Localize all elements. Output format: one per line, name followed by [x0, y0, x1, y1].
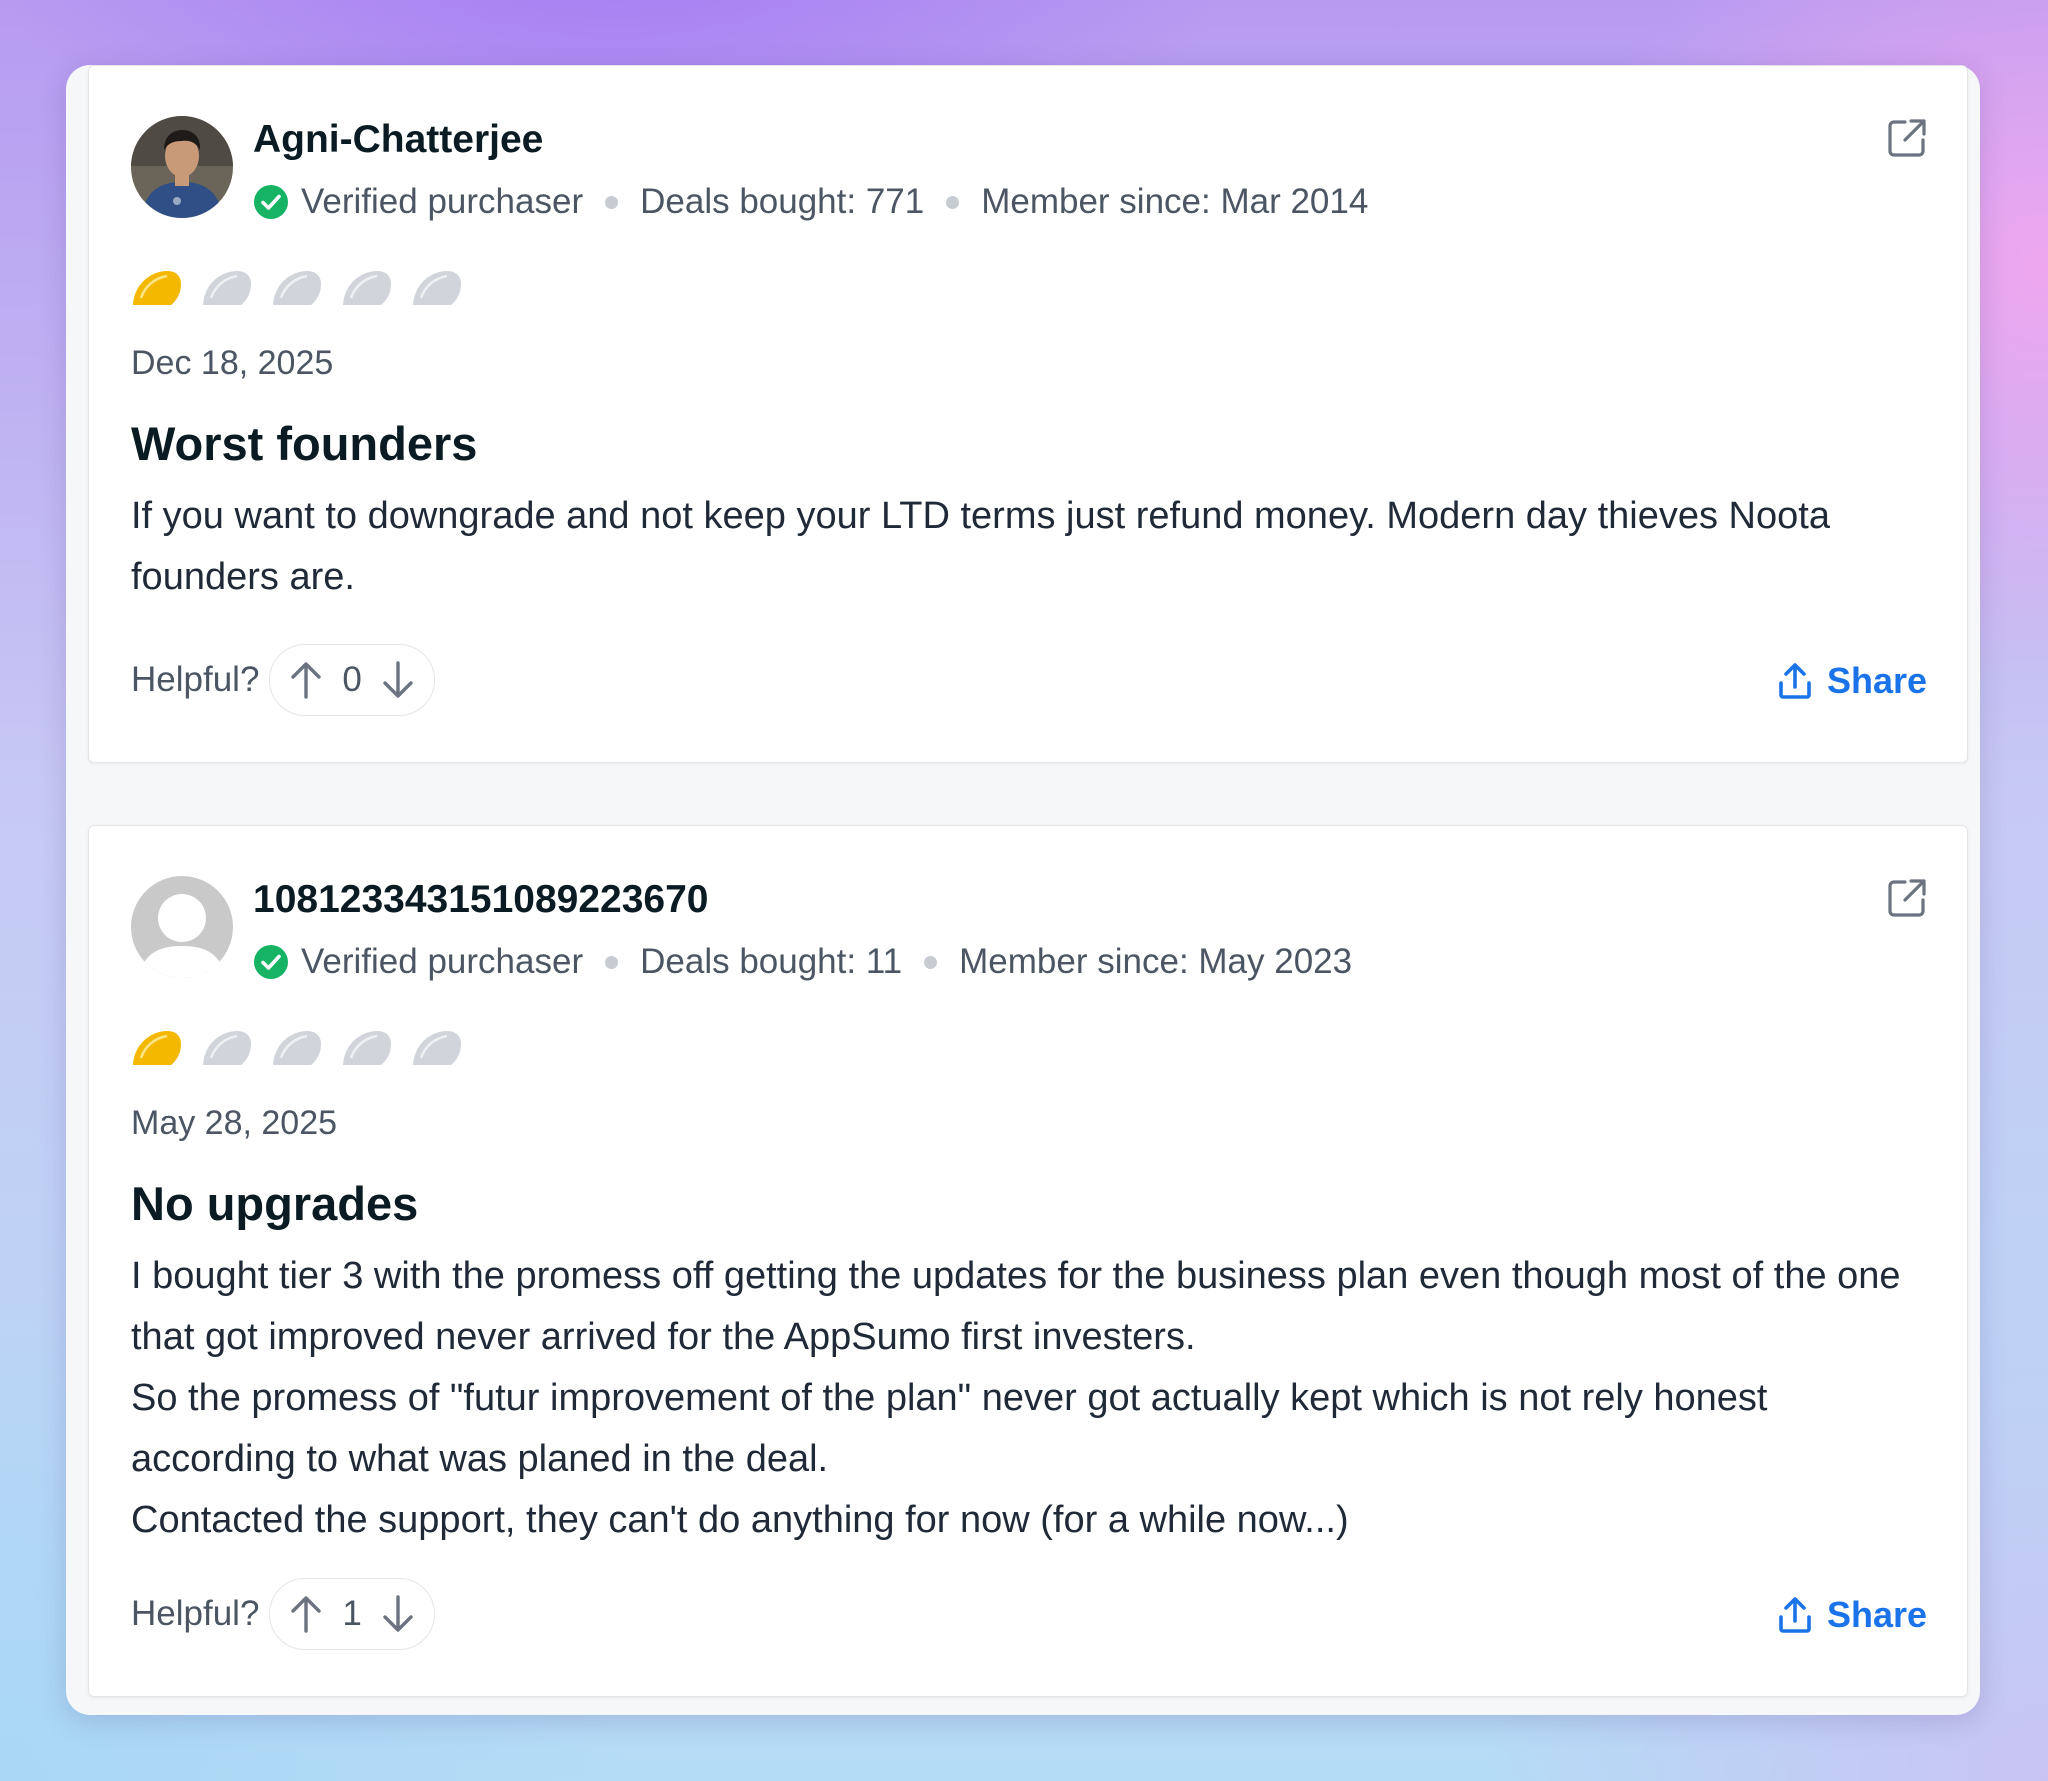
upvote-button[interactable]: [286, 1592, 326, 1636]
review-card: 108123343151089223670 Verified purchaser…: [88, 825, 1968, 1697]
vote-control: 0: [269, 644, 435, 716]
verified-check-icon: [253, 184, 289, 220]
review-body-paragraph: I bought tier 3 with the promess off get…: [131, 1255, 1901, 1358]
review-body: If you want to downgrade and not keep yo…: [131, 486, 1921, 608]
user-photo-icon: [131, 116, 233, 218]
share-button[interactable]: Share: [1777, 660, 1927, 702]
rating-stars: [131, 268, 463, 308]
verified-check-icon: [253, 944, 289, 980]
share-label: Share: [1826, 1594, 1927, 1635]
helpful-section: Helpful? 0: [131, 644, 435, 716]
rating-stars: [131, 1028, 463, 1068]
reviews-panel: Agni-Chatterjee Verified purchaser Deals…: [66, 65, 1980, 1715]
downvote-button[interactable]: [378, 1592, 418, 1636]
member-since: Member since: Mar 2014: [981, 182, 1369, 221]
review-date: May 28, 2025: [131, 1104, 338, 1142]
arrow-up-icon: [291, 662, 322, 699]
taco-star-icon: [273, 271, 321, 305]
default-avatar-icon: [131, 876, 233, 978]
downvote-button[interactable]: [378, 658, 418, 702]
helpful-label: Helpful?: [131, 1594, 260, 1633]
separator-dot: [605, 955, 619, 969]
share-label: Share: [1826, 660, 1927, 701]
avatar[interactable]: [131, 116, 233, 218]
taco-star-icon: [203, 1031, 251, 1065]
taco-star-icon: [203, 271, 251, 305]
external-link-icon[interactable]: [1885, 876, 1929, 920]
reviewer-meta: Verified purchaser Deals bought: 771 Mem…: [253, 178, 1368, 226]
review-body-paragraph: Contacted the support, they can't do any…: [131, 1499, 1349, 1541]
arrow-down-icon: [383, 661, 413, 698]
vote-count: 0: [342, 660, 362, 699]
taco-star-icon: [343, 1031, 391, 1065]
share-button[interactable]: Share: [1777, 1594, 1927, 1636]
taco-star-icon: [343, 271, 391, 305]
separator-dot: [924, 955, 938, 969]
review-body: I bought tier 3 with the promess off get…: [131, 1246, 1921, 1551]
vote-control: 1: [269, 1578, 435, 1650]
helpful-label: Helpful?: [131, 660, 260, 699]
separator-dot: [605, 195, 619, 209]
share-icon: [1779, 663, 1811, 699]
verified-label: Verified purchaser: [301, 942, 584, 981]
helpful-section: Helpful? 1: [131, 1578, 435, 1650]
vote-count: 1: [342, 1594, 362, 1633]
review-date: Dec 18, 2025: [131, 344, 334, 382]
verified-label: Verified purchaser: [301, 182, 584, 221]
review-title: Worst founders: [131, 417, 478, 470]
review-card: Agni-Chatterjee Verified purchaser Deals…: [88, 65, 1968, 763]
member-since: Member since: May 2023: [959, 942, 1353, 981]
reviewer-name[interactable]: 108123343151089223670: [253, 878, 709, 922]
separator-dot: [946, 195, 960, 209]
deals-bought: Deals bought: 11: [640, 942, 903, 981]
upvote-button[interactable]: [286, 658, 326, 702]
taco-star-icon: [413, 1031, 461, 1065]
reviewer-meta: Verified purchaser Deals bought: 11 Memb…: [253, 938, 1352, 986]
share-icon: [1779, 1597, 1811, 1633]
taco-star-icon: [413, 271, 461, 305]
taco-star-icon: [133, 271, 181, 305]
taco-star-icon: [133, 1031, 181, 1065]
external-link-icon[interactable]: [1885, 116, 1929, 160]
deals-bought: Deals bought: 771: [640, 182, 925, 221]
taco-star-icon: [273, 1031, 321, 1065]
arrow-up-icon: [291, 1596, 322, 1633]
arrow-down-icon: [383, 1595, 413, 1632]
review-title: No upgrades: [131, 1177, 419, 1230]
avatar[interactable]: [131, 876, 233, 978]
reviewer-name[interactable]: Agni-Chatterjee: [253, 118, 543, 162]
review-body-paragraph: If you want to downgrade and not keep yo…: [131, 495, 1830, 598]
review-body-paragraph: So the promess of "futur improvement of …: [131, 1377, 1768, 1480]
